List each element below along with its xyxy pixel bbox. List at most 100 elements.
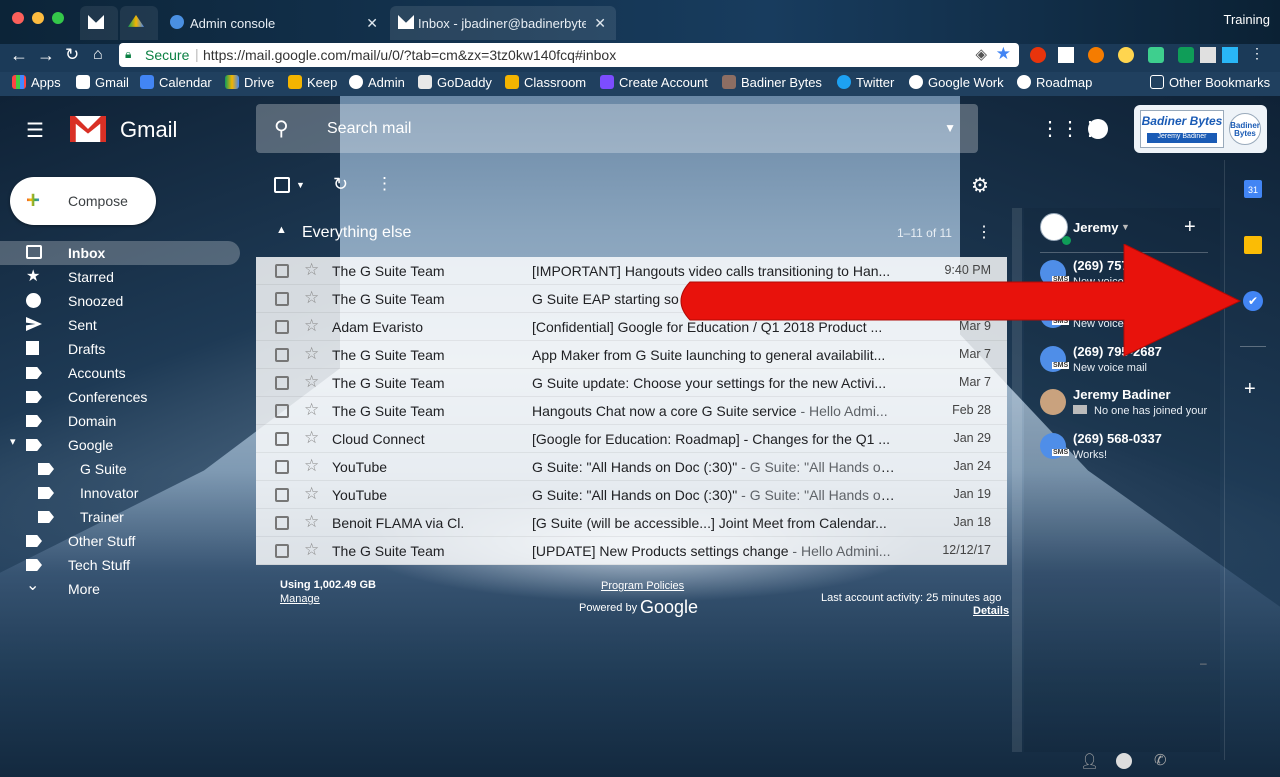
add-addon-icon[interactable]: + [1244, 378, 1256, 401]
window-zoom-button[interactable] [52, 12, 64, 24]
settings-gear-icon[interactable]: ⚙ [971, 173, 989, 198]
section-title[interactable]: Everything else [302, 224, 411, 242]
select-all-checkbox[interactable] [274, 177, 290, 193]
notifications-icon[interactable] [1088, 119, 1108, 139]
bookmark-calendar[interactable]: Calendar [140, 75, 212, 90]
browser-menu-icon[interactable]: ⋮ [1250, 45, 1264, 62]
back-icon[interactable]: ← [10, 45, 28, 66]
bookmark-apps[interactable]: Apps [12, 75, 61, 90]
row-checkbox[interactable] [275, 516, 289, 530]
phone-icon[interactable]: ✆ [1154, 751, 1167, 769]
collapse-section-icon[interactable]: ▲ [276, 224, 287, 236]
bookmark-godaddy[interactable]: GoDaddy [418, 75, 492, 90]
bookmark-roadmap[interactable]: Roadmap [1017, 75, 1092, 90]
row-checkbox[interactable] [275, 320, 289, 334]
email-row[interactable]: ☆ The G Suite Team [UPDATE] New Products s… [256, 537, 1007, 565]
url-text[interactable]: https://mail.google.com/mail/u/0/?tab=cm… [203, 47, 616, 63]
bookmark-google-work[interactable]: Google Work [909, 75, 1004, 90]
tab-gmail-pinned[interactable] [80, 6, 118, 40]
star-icon[interactable]: ☆ [304, 428, 319, 448]
tab-drive-pinned[interactable] [120, 6, 158, 40]
sidebar-item-g-suite[interactable]: G Suite [0, 457, 240, 481]
status-dropdown-icon[interactable]: ▼ [1121, 222, 1130, 232]
search-input[interactable]: Search mail [327, 120, 411, 138]
hangouts-contact[interactable]: Jeremy Badiner No one has joined your [1040, 387, 1210, 427]
sidebar-item-innovator[interactable]: Innovator [0, 481, 240, 505]
minimize-icon[interactable]: – [1200, 656, 1207, 670]
section-menu-icon[interactable]: ⋮ [976, 222, 992, 242]
row-checkbox[interactable] [275, 292, 289, 306]
hangouts-contact[interactable]: SMS (269) 568-0337 Works! [1040, 431, 1210, 471]
refresh-icon[interactable]: ↻ [333, 174, 348, 195]
sidebar-item-google[interactable]: ▾ Google [0, 433, 240, 457]
select-dropdown-icon[interactable]: ▼ [296, 180, 305, 190]
row-checkbox[interactable] [275, 264, 289, 278]
extension-icon[interactable] [1200, 47, 1216, 63]
extension-icon[interactable] [1148, 47, 1164, 63]
expand-icon[interactable]: ▾ [10, 435, 16, 448]
bookmark-gmail[interactable]: Gmail [76, 75, 129, 90]
sidebar-item-drafts[interactable]: Drafts [0, 337, 240, 361]
bookmark-star-icon[interactable]: ★ [996, 44, 1011, 64]
classroom-extension-icon[interactable] [1178, 47, 1194, 63]
email-row[interactable]: ☆ YouTube G Suite: "All Hands on Doc (:30)… [256, 453, 1007, 481]
program-policies-link[interactable]: Program Policies [601, 580, 684, 592]
email-row[interactable]: ☆ The G Suite Team G Suite update: Choose … [256, 369, 1007, 397]
email-row[interactable]: ☆ Cloud Connect [Google for Education: Roa… [256, 425, 1007, 453]
row-checkbox[interactable] [275, 376, 289, 390]
sidebar-item-sent[interactable]: Sent [0, 313, 240, 337]
bookmark-admin[interactable]: Admin [349, 75, 405, 90]
tab-inbox[interactable]: Inbox - jbadiner@badinerbytes ✕ [390, 6, 616, 40]
bookmark-keep[interactable]: Keep [288, 75, 337, 90]
contacts-icon[interactable]: 👤︎ [1080, 752, 1099, 770]
star-icon[interactable]: ☆ [304, 344, 319, 364]
row-checkbox[interactable] [275, 348, 289, 362]
bookmark-badiner-bytes[interactable]: Badiner Bytes [722, 75, 822, 90]
qr-extension-icon[interactable] [1058, 47, 1074, 63]
close-tab-icon[interactable]: ✕ [366, 15, 378, 32]
chat-icon[interactable] [1116, 753, 1132, 769]
bookmark-twitter[interactable]: Twitter [837, 75, 894, 90]
sidebar-item-inbox[interactable]: Inbox [0, 241, 240, 265]
home-icon[interactable]: ⌂ [93, 46, 103, 64]
sidebar-item-more[interactable]: ⌄ More [0, 577, 240, 601]
star-icon[interactable]: ☆ [304, 540, 319, 560]
sidebar-item-accounts[interactable]: Accounts [0, 361, 240, 385]
star-icon[interactable]: ☆ [304, 512, 319, 532]
sidebar-item-tech-stuff[interactable]: Tech Stuff [0, 553, 240, 577]
row-checkbox[interactable] [275, 460, 289, 474]
manage-storage-link[interactable]: Manage [280, 593, 320, 605]
email-row[interactable]: ☆ The G Suite Team Hangouts Chat now a cor… [256, 397, 1007, 425]
bookmark-create-account[interactable]: Create Account [600, 75, 708, 90]
tab-admin-console[interactable]: Admin console ✕ [162, 6, 388, 40]
star-icon[interactable]: ☆ [304, 456, 319, 476]
main-menu-icon[interactable]: ☰ [26, 118, 44, 143]
sidebar-item-starred[interactable]: ★ Starred [0, 265, 240, 289]
extension-icon[interactable] [1088, 47, 1104, 63]
account-avatar[interactable]: Badiner Bytes [1229, 113, 1261, 145]
hangouts-user-name[interactable]: Jeremy [1073, 220, 1119, 235]
star-icon[interactable]: ☆ [304, 484, 319, 504]
search-options-icon[interactable]: ▼ [944, 121, 956, 135]
email-row[interactable]: ☆ YouTube G Suite: "All Hands on Doc (:30)… [256, 481, 1007, 509]
star-icon[interactable]: ☆ [304, 372, 319, 392]
row-checkbox[interactable] [275, 404, 289, 418]
bookmark-drive[interactable]: Drive [225, 75, 274, 90]
profile-name[interactable]: Training [1224, 12, 1270, 27]
search-bar[interactable]: ⚲ Search mail ▼ [256, 104, 978, 153]
sidebar-item-trainer[interactable]: Trainer [0, 505, 240, 529]
emoji-extension-icon[interactable] [1118, 47, 1134, 63]
sidebar-item-snoozed[interactable]: Snoozed [0, 289, 240, 313]
compose-button[interactable]: + Compose [10, 177, 156, 225]
sidebar-item-domain[interactable]: Domain [0, 409, 240, 433]
site-info-icon[interactable]: ◈ [975, 45, 987, 63]
sidebar-item-conferences[interactable]: Conferences [0, 385, 240, 409]
account-badge[interactable]: Badiner Bytes Jeremy Badiner Badiner Byt… [1134, 105, 1267, 153]
close-tab-icon[interactable]: ✕ [594, 15, 606, 32]
more-actions-icon[interactable]: ⋮ [376, 174, 393, 194]
star-icon[interactable]: ☆ [304, 260, 319, 280]
search-icon[interactable]: ⚲ [274, 116, 289, 141]
details-link[interactable]: Details [973, 605, 1009, 617]
star-icon[interactable]: ☆ [304, 400, 319, 420]
row-checkbox[interactable] [275, 488, 289, 502]
